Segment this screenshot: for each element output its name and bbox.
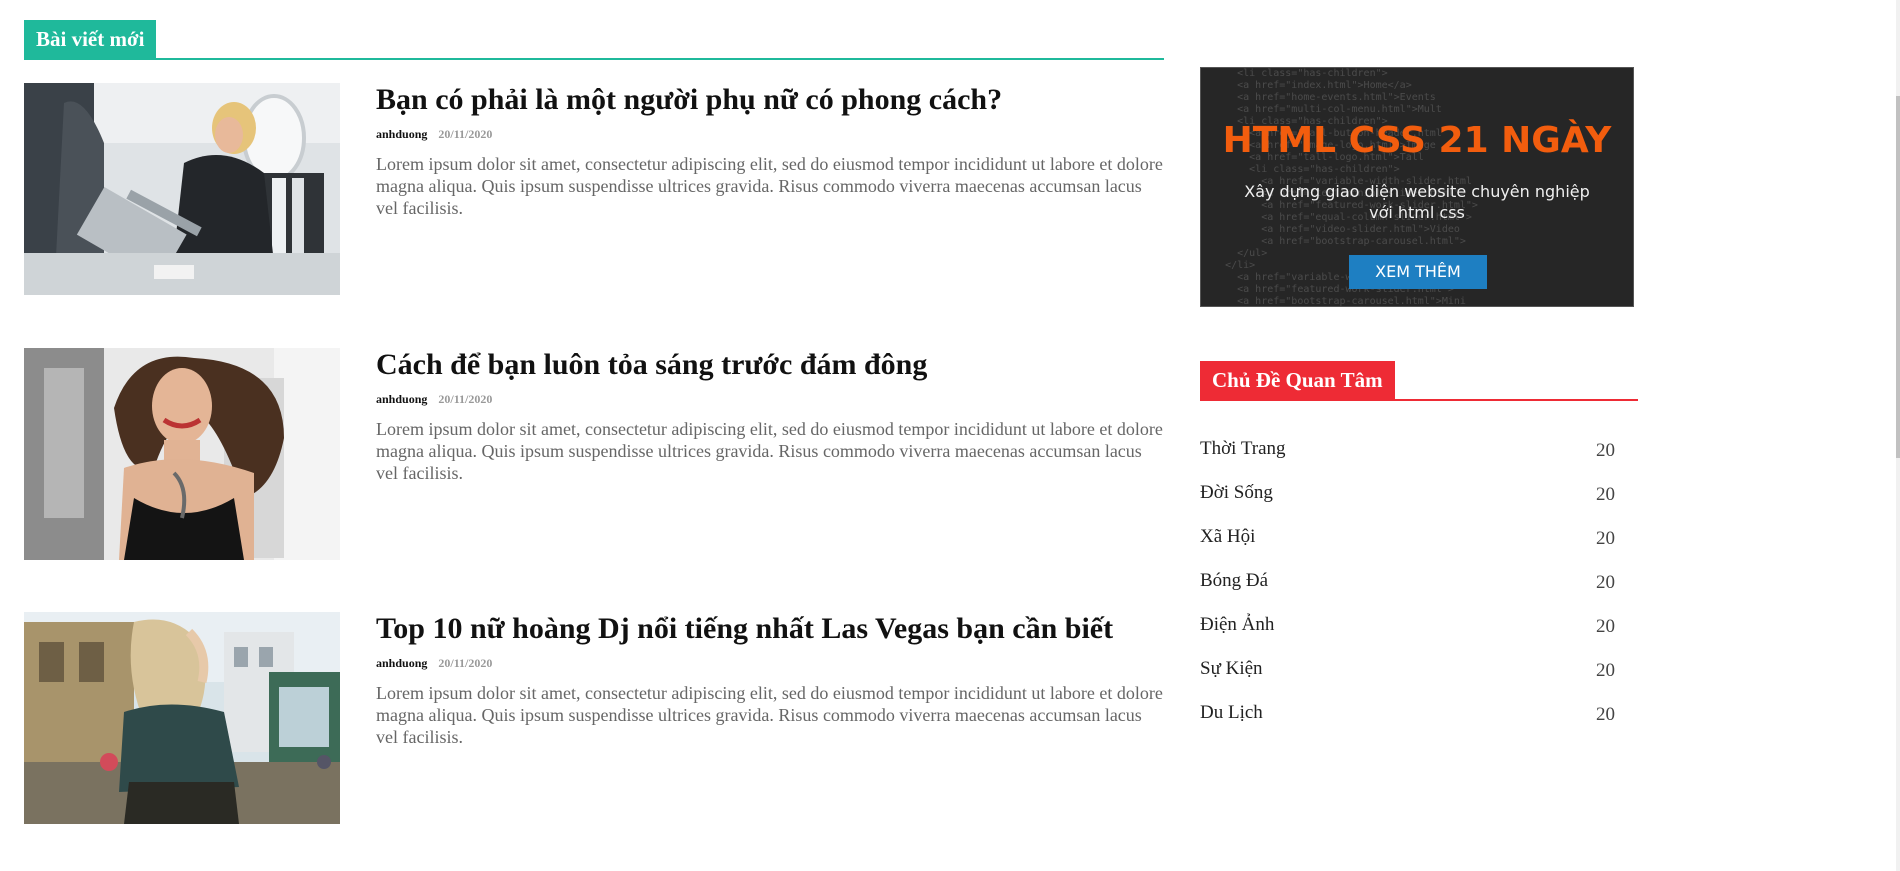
post-thumbnail-airplane[interactable] — [24, 83, 340, 295]
latest-posts-section: Bài viết mới Bạn có phải là một người ph… — [24, 20, 1164, 824]
topic-name[interactable]: Sự Kiện — [1200, 657, 1263, 681]
topic-name[interactable]: Du Lịch — [1200, 701, 1263, 725]
post-meta: anhduong 20/11/2020 — [376, 127, 1166, 141]
page-scrollbar-thumb[interactable] — [1896, 96, 1900, 458]
topic-name[interactable]: Thời Trang — [1200, 437, 1286, 461]
section-title: Bài viết mới — [24, 20, 157, 58]
banner-subtitle: Xây dựng giao diện website chuyên nghiệp… — [1244, 182, 1590, 222]
topic-name[interactable]: Xã Hội — [1200, 525, 1255, 549]
post-title[interactable]: Top 10 nữ hoàng Dj nổi tiếng nhất Las Ve… — [376, 612, 1166, 646]
post-excerpt: Lorem ipsum dolor sit amet, consectetur … — [376, 154, 1163, 218]
topic-item-dien-anh[interactable]: Điện Ảnh 20 — [1200, 613, 1615, 657]
post-author[interactable]: anhduong — [376, 656, 427, 670]
banner-view-more-button[interactable]: XEM THÊM — [1349, 255, 1487, 289]
post-card: Cách để bạn luôn tỏa sáng trước đám đông… — [24, 348, 1164, 560]
post-body: Top 10 nữ hoàng Dj nổi tiếng nhất Las Ve… — [376, 612, 1166, 766]
post-image — [24, 83, 340, 295]
post-excerpt: Lorem ipsum dolor sit amet, consectetur … — [376, 419, 1163, 483]
topic-name[interactable]: Điện Ảnh — [1200, 613, 1274, 637]
post-card: Top 10 nữ hoàng Dj nổi tiếng nhất Las Ve… — [24, 612, 1164, 824]
topic-count: 20 — [1596, 528, 1615, 549]
topic-count: 20 — [1596, 484, 1615, 505]
topic-name[interactable]: Bóng Đá — [1200, 569, 1268, 593]
post-body: Cách để bạn luôn tỏa sáng trước đám đông… — [376, 348, 1166, 502]
sidebar: <li class="has-children"> <a href="index… — [1200, 67, 1640, 745]
topic-count: 20 — [1596, 440, 1615, 461]
topic-item-xa-hoi[interactable]: Xã Hội 20 — [1200, 525, 1615, 569]
post-card: Bạn có phải là một người phụ nữ có phong… — [24, 83, 1164, 295]
post-author[interactable]: anhduong — [376, 127, 427, 141]
topic-item-thoi-trang[interactable]: Thời Trang 20 — [1200, 437, 1615, 481]
topic-count: 20 — [1596, 660, 1615, 681]
section-header: Bài viết mới — [24, 20, 1164, 60]
post-date: 20/11/2020 — [438, 127, 493, 141]
course-banner[interactable]: <li class="has-children"> <a href="index… — [1200, 67, 1634, 307]
post-title[interactable]: Bạn có phải là một người phụ nữ có phong… — [376, 83, 1166, 117]
banner-title: HTML CSS 21 NGÀY — [1222, 120, 1612, 161]
post-meta: anhduong 20/11/2020 — [376, 656, 1166, 670]
topic-item-du-lich[interactable]: Du Lịch 20 — [1200, 701, 1615, 745]
post-title[interactable]: Cách để bạn luôn tỏa sáng trước đám đông — [376, 348, 1166, 382]
topics-header: Chủ Đề Quan Tâm — [1200, 361, 1638, 401]
post-date: 20/11/2020 — [438, 392, 493, 406]
topic-count: 20 — [1596, 704, 1615, 725]
topic-name[interactable]: Đời Sống — [1200, 481, 1273, 505]
post-image — [24, 348, 340, 560]
post-thumbnail-smiling-woman[interactable] — [24, 348, 340, 560]
topic-item-su-kien[interactable]: Sự Kiện 20 — [1200, 657, 1615, 701]
post-date: 20/11/2020 — [438, 656, 493, 670]
topics-title: Chủ Đề Quan Tâm — [1200, 361, 1395, 399]
post-meta: anhduong 20/11/2020 — [376, 392, 1166, 406]
post-author[interactable]: anhduong — [376, 392, 427, 406]
post-thumbnail-street-woman[interactable] — [24, 612, 340, 824]
post-excerpt: Lorem ipsum dolor sit amet, consectetur … — [376, 683, 1163, 747]
post-image — [24, 612, 340, 824]
post-body: Bạn có phải là một người phụ nữ có phong… — [376, 83, 1166, 237]
topic-count: 20 — [1596, 616, 1615, 637]
topic-item-bong-da[interactable]: Bóng Đá 20 — [1200, 569, 1615, 613]
topic-item-doi-song[interactable]: Đời Sống 20 — [1200, 481, 1615, 525]
topic-count: 20 — [1596, 572, 1615, 593]
topics-list: Thời Trang 20 Đời Sống 20 Xã Hội 20 Bóng… — [1200, 437, 1615, 745]
